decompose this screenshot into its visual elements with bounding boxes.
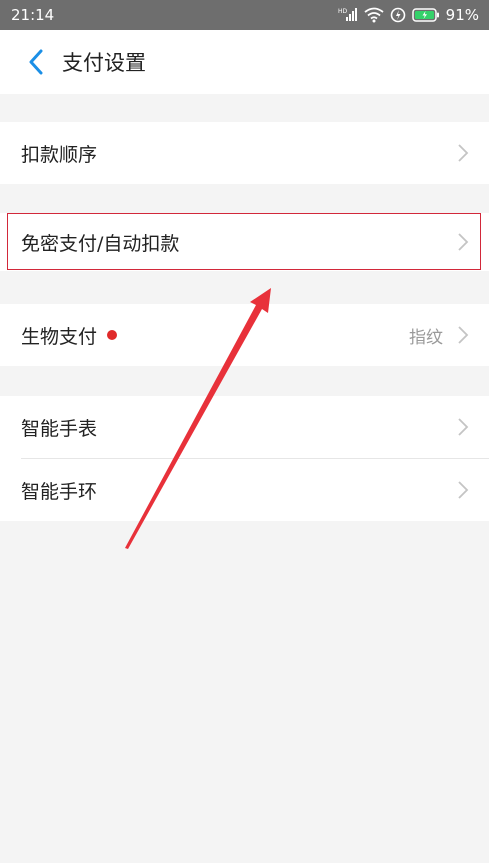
wifi-icon [364,7,384,23]
chevron-right-icon [457,143,469,163]
row-password-free-payment[interactable]: 免密支付/自动扣款 [0,213,489,271]
signal-icon: HD [338,7,358,23]
settings-section-password-free: 免密支付/自动扣款 [0,213,489,271]
row-value: 指纹 [409,327,443,348]
network-badge: HD [338,8,348,15]
status-bar: 21:14 HD 91% [0,0,489,30]
row-biometric-payment[interactable]: 生物支付 指纹 [0,304,489,366]
chevron-right-icon [457,325,469,345]
row-label: 生物支付 [21,325,98,348]
chevron-right-icon [457,480,469,500]
nav-bar: 支付设置 [0,30,489,94]
row-smart-watch[interactable]: 智能手表 [0,396,489,458]
row-deduction-order[interactable]: 扣款顺序 [0,122,489,184]
row-label: 扣款顺序 [21,143,98,166]
page-title: 支付设置 [62,51,146,75]
red-dot-badge [107,330,118,340]
battery-charging-icon [411,8,440,22]
settings-section-wearables: 智能手表 智能手环 [0,396,489,521]
row-label: 智能手环 [21,480,98,503]
battery-percent: 91% [445,6,479,24]
status-icons: HD 91% [338,6,479,24]
chevron-left-icon [29,49,43,75]
data-saver-icon [390,7,406,23]
settings-section-deduction: 扣款顺序 [0,122,489,184]
back-button[interactable] [16,42,56,82]
settings-section-biometric: 生物支付 指纹 [0,304,489,366]
chevron-right-icon [457,417,469,437]
row-label: 免密支付/自动扣款 [21,232,180,255]
chevron-right-icon [457,232,469,252]
status-time: 21:14 [11,6,55,24]
row-smart-band[interactable]: 智能手环 [0,459,489,521]
row-label: 智能手表 [21,417,98,440]
